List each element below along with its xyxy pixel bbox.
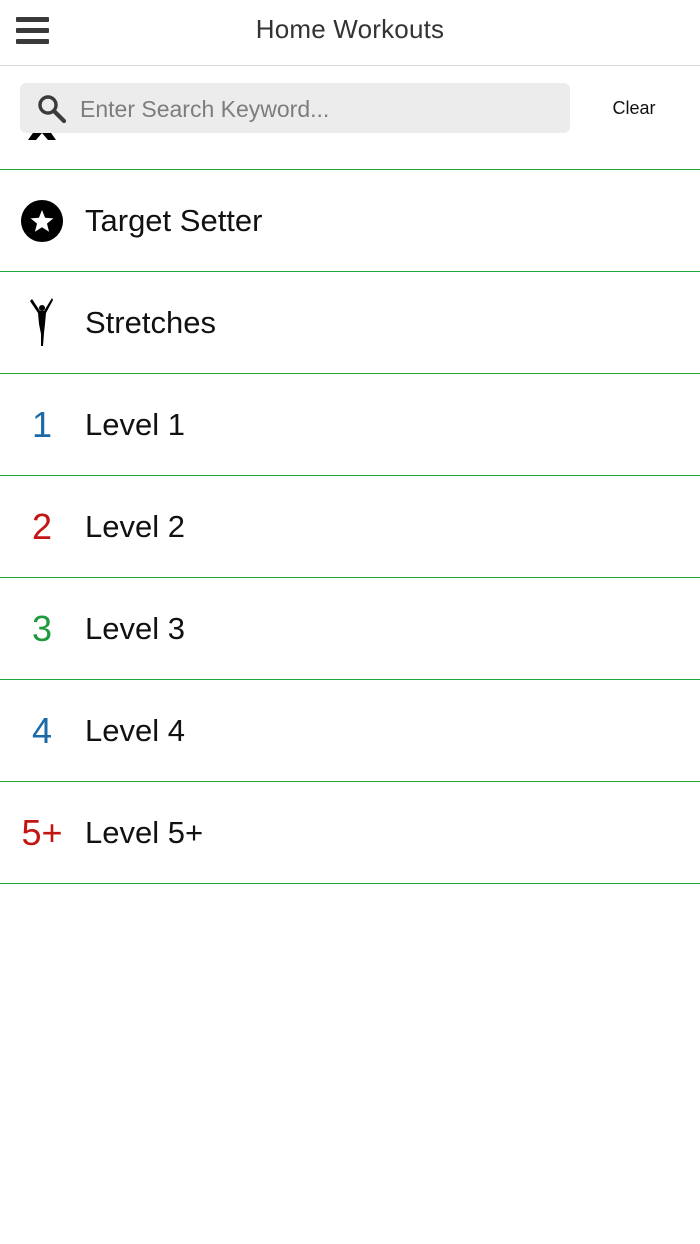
workout-list: Target Setter Stretches 1 Level 1 2 Leve… bbox=[0, 67, 700, 884]
level-2-icon: 2 bbox=[31, 505, 53, 547]
list-item-label: Level 4 bbox=[85, 712, 185, 748]
list-item-label: Level 3 bbox=[85, 610, 185, 646]
list-item-label: Level 1 bbox=[85, 406, 185, 442]
list-item-level-2[interactable]: 2 Level 2 bbox=[0, 476, 700, 578]
search-icon bbox=[38, 95, 67, 124]
search-bar bbox=[20, 83, 570, 135]
level-4-icon: 4 bbox=[31, 709, 53, 751]
list-item-level-1[interactable]: 1 Level 1 bbox=[0, 374, 700, 476]
list-item-target-setter[interactable]: Target Setter bbox=[0, 170, 700, 272]
search-input[interactable] bbox=[78, 83, 562, 135]
list-item-level-5-plus[interactable]: 5+ Level 5+ bbox=[0, 782, 700, 884]
list-item-label: Level 2 bbox=[85, 508, 185, 544]
star-circle-icon bbox=[20, 198, 64, 244]
list-item-level-4[interactable]: 4 Level 4 bbox=[0, 680, 700, 782]
list-item-label: Stretches bbox=[85, 304, 216, 340]
list-item-level-3[interactable]: 3 Level 3 bbox=[0, 578, 700, 680]
clear-button[interactable]: Clear bbox=[600, 93, 668, 123]
stretching-figure-icon bbox=[20, 297, 64, 346]
level-3-icon: 3 bbox=[31, 607, 53, 649]
level-1-icon: 1 bbox=[31, 403, 53, 445]
list-item-label: Target Setter bbox=[85, 202, 263, 238]
list-item-label: Level 5+ bbox=[85, 814, 204, 850]
page-title: Home Workouts bbox=[255, 14, 445, 44]
app-header: Home Workouts bbox=[0, 0, 700, 66]
list-item-stretches[interactable]: Stretches bbox=[0, 272, 700, 374]
level-5-plus-icon: 5+ bbox=[21, 811, 63, 853]
